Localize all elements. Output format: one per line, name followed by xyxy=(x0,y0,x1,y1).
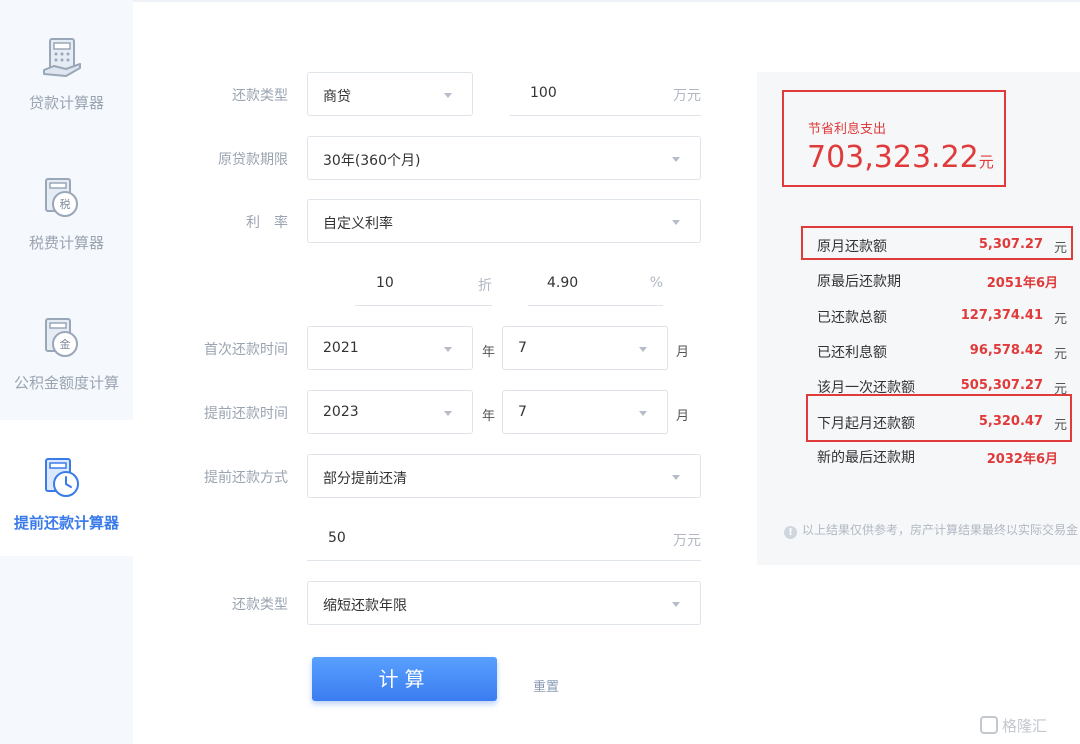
sidebar-item-prepayment-calculator[interactable]: 提前还款计算器 xyxy=(0,420,133,556)
result-row-value: 5,320.47 xyxy=(978,414,1043,429)
sidebar-item-label: 公积金额度计算 xyxy=(13,374,119,392)
watermark-logo-icon xyxy=(980,716,998,734)
sidebar-item-label: 税费计算器 xyxy=(28,234,104,252)
repay-type-value: 商贷 xyxy=(323,89,351,105)
result-row-unit: 元 xyxy=(1054,347,1068,362)
term-value: 30年(360个月) xyxy=(323,153,421,169)
repay-type-label: 还款类型 xyxy=(232,88,288,104)
first-pay-label: 首次还款时间 xyxy=(204,342,288,358)
term-label: 原贷款期限 xyxy=(218,152,288,168)
result-row-label: 下月起月还款额 xyxy=(817,416,915,432)
result-row-value: 127,374.41 xyxy=(960,308,1043,323)
prepay-method-label: 提前还款方式 xyxy=(204,470,288,486)
prepay-month-select[interactable]: 7 xyxy=(502,390,668,434)
saving-amount-value: 703,323.22 xyxy=(807,140,979,175)
saving-title: 节省利息支出 xyxy=(808,122,887,137)
result-row-unit: 元 xyxy=(1054,418,1068,433)
first-pay-year-value: 2021 xyxy=(323,340,359,356)
result-row-label: 已还利息额 xyxy=(817,345,887,361)
tax-glyph: 税 xyxy=(60,197,71,211)
page: 贷款计算器 税 税费计算器 金 公积金额度计算 提前还款计算器 还款类型 商贷 … xyxy=(0,0,1080,744)
sidebar: 贷款计算器 税 税费计算器 金 公积金额度计算 提前还款计算器 xyxy=(0,0,133,744)
prepay-amount-input[interactable]: 50 万元 xyxy=(307,517,701,561)
tax-calculator-icon: 税 xyxy=(45,178,78,217)
rate-select[interactable]: 自定义利率 xyxy=(307,199,701,243)
loan-amount-unit: 万元 xyxy=(673,88,701,104)
month-unit: 月 xyxy=(676,345,690,360)
result-row-label: 该月一次还款额 xyxy=(817,380,915,396)
after-type-select[interactable]: 缩短还款年限 xyxy=(307,581,701,625)
chevron-down-icon xyxy=(444,93,452,98)
year-unit: 年 xyxy=(482,345,496,360)
result-row-label: 新的最后还款期 xyxy=(817,450,915,466)
rate-value: 自定义利率 xyxy=(323,216,393,232)
repay-type-select[interactable]: 商贷 xyxy=(307,72,473,116)
prepay-time-label: 提前还款时间 xyxy=(204,406,288,422)
after-type-label: 还款类型 xyxy=(232,597,288,613)
fund-calculator-icon: 金 xyxy=(45,318,78,357)
loan-calculator-icon xyxy=(43,38,81,77)
sidebar-item-loan-calculator[interactable]: 贷款计算器 xyxy=(0,0,133,136)
prepay-method-select[interactable]: 部分提前还清 xyxy=(307,454,701,498)
rate-percent-value: 4.90 xyxy=(547,275,579,291)
rate-label: 利 率 xyxy=(246,215,288,231)
prepay-amount-value: 50 xyxy=(328,530,346,546)
result-row-label: 原月还款额 xyxy=(817,239,887,255)
calculate-button[interactable]: 计算 xyxy=(312,657,497,701)
month-unit: 月 xyxy=(676,409,690,424)
result-row-value: 5,307.27 xyxy=(978,237,1043,252)
sidebar-item-tax-calculator[interactable]: 税 税费计算器 xyxy=(0,140,133,276)
result-row-value: 505,307.27 xyxy=(960,378,1043,393)
prepay-year-select[interactable]: 2023 xyxy=(307,390,473,434)
info-icon: ! xyxy=(784,526,797,539)
year-unit: 年 xyxy=(482,409,496,424)
chevron-down-icon xyxy=(672,475,680,480)
prepay-month-value: 7 xyxy=(518,404,527,420)
result-row-unit: 元 xyxy=(1054,382,1068,397)
chevron-down-icon xyxy=(444,411,452,416)
chevron-down-icon xyxy=(639,347,647,352)
result-row-value: 2032年6月 xyxy=(986,452,1058,467)
discount-input[interactable]: 10 折 xyxy=(355,262,492,306)
prepayment-calculator-icon xyxy=(45,458,79,497)
chevron-down-icon xyxy=(672,220,680,225)
prepay-year-value: 2023 xyxy=(323,404,359,420)
prepay-amount-unit: 万元 xyxy=(673,533,701,549)
fund-glyph: 金 xyxy=(60,337,71,351)
reset-link[interactable]: 重置 xyxy=(533,676,559,695)
prepay-method-value: 部分提前还清 xyxy=(323,471,407,487)
watermark-text: 格隆汇 xyxy=(1002,717,1048,735)
discount-value: 10 xyxy=(376,275,394,291)
rate-percent-unit: % xyxy=(649,275,663,291)
chevron-down-icon xyxy=(444,347,452,352)
term-select[interactable]: 30年(360个月) xyxy=(307,136,701,180)
first-pay-year-select[interactable]: 2021 xyxy=(307,326,473,370)
rate-percent-input[interactable]: 4.90 % xyxy=(528,262,663,306)
result-row-value: 2051年6月 xyxy=(986,276,1058,291)
first-pay-month-select[interactable]: 7 xyxy=(502,326,668,370)
sidebar-item-label: 贷款计算器 xyxy=(28,94,104,112)
sidebar-item-label: 提前还款计算器 xyxy=(13,514,119,532)
chevron-down-icon xyxy=(672,157,680,162)
disclaimer-notice: ! 以上结果仅供参考，房产计算结果最终以实际交易金 xyxy=(784,521,1078,539)
result-row-value: 96,578.42 xyxy=(969,343,1043,358)
after-type-value: 缩短还款年限 xyxy=(323,598,407,614)
top-divider xyxy=(133,0,1080,2)
chevron-down-icon xyxy=(639,411,647,416)
result-row-label: 已还款总额 xyxy=(817,310,887,326)
result-row-label: 原最后还款期 xyxy=(817,274,901,290)
saving-amount-unit: 元 xyxy=(978,153,994,171)
loan-amount-value: 100 xyxy=(530,85,557,101)
result-row-unit: 元 xyxy=(1054,241,1068,256)
discount-unit: 折 xyxy=(478,278,492,294)
loan-amount-input[interactable]: 100 万元 xyxy=(510,72,701,116)
saving-amount: 703,323.22元 xyxy=(807,140,994,175)
disclaimer-text: 以上结果仅供参考，房产计算结果最终以实际交易金 xyxy=(802,523,1079,537)
sidebar-item-fund-calculator[interactable]: 金 公积金额度计算 xyxy=(0,280,133,416)
result-row-unit: 元 xyxy=(1054,312,1068,327)
first-pay-month-value: 7 xyxy=(518,340,527,356)
chevron-down-icon xyxy=(672,602,680,607)
